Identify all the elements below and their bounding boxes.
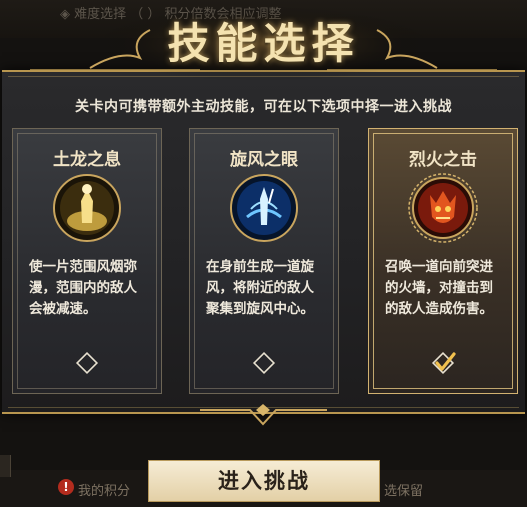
warning-icon: !	[58, 479, 74, 495]
earth-dragon-icon	[52, 173, 122, 243]
skill-card-whirlwind[interactable]: 旋风之眼 在身前生成一道旋风，将附近的敌人聚集到旋风中心。	[189, 128, 339, 394]
skill-description: 在身前生成一道旋风，将附近的敌人聚集到旋风中心。	[206, 259, 314, 317]
skill-card-fire-strike[interactable]: 烈火之击 召唤一道向前突进的火墙，对撞击到的敌人造成伤害。	[368, 128, 518, 394]
checkmark-icon	[431, 351, 456, 375]
dialog-subtitle: 关卡内可携带额外主动技能，可在以下选项中择一进入挑战	[75, 99, 452, 115]
whirlwind-icon	[229, 173, 299, 243]
skill-description: 使一片范围风烟弥漫，范围内的敌人会被减速。	[29, 259, 137, 317]
skill-card-earth-dragon[interactable]: 土龙之息 使一片范围风烟弥漫，范围内的敌人会被减速。	[12, 128, 162, 394]
enter-challenge-button[interactable]: 进入挑战	[148, 460, 380, 502]
dialog-title: 技能选择	[167, 19, 360, 68]
fire-demon-icon	[408, 173, 478, 243]
title-plaque: 技能选择	[0, 0, 527, 80]
points-label: 我的积分	[78, 484, 131, 499]
keep-label: 选保留	[384, 484, 424, 499]
select-checkbox[interactable]	[249, 348, 279, 378]
skill-description: 召唤一道向前突进的火墙，对撞击到的敌人造成伤害。	[385, 259, 493, 317]
skill-name: 烈火之击	[409, 150, 477, 170]
skill-name: 旋风之眼	[230, 150, 298, 170]
select-checkbox[interactable]	[72, 348, 102, 378]
select-checkbox[interactable]	[428, 348, 458, 378]
diamond-checkbox-icon	[252, 351, 276, 375]
bottom-ornament	[200, 402, 327, 428]
diamond-checkbox-icon	[75, 351, 99, 375]
side-handle[interactable]	[0, 455, 11, 477]
skill-name: 土龙之息	[53, 150, 121, 170]
